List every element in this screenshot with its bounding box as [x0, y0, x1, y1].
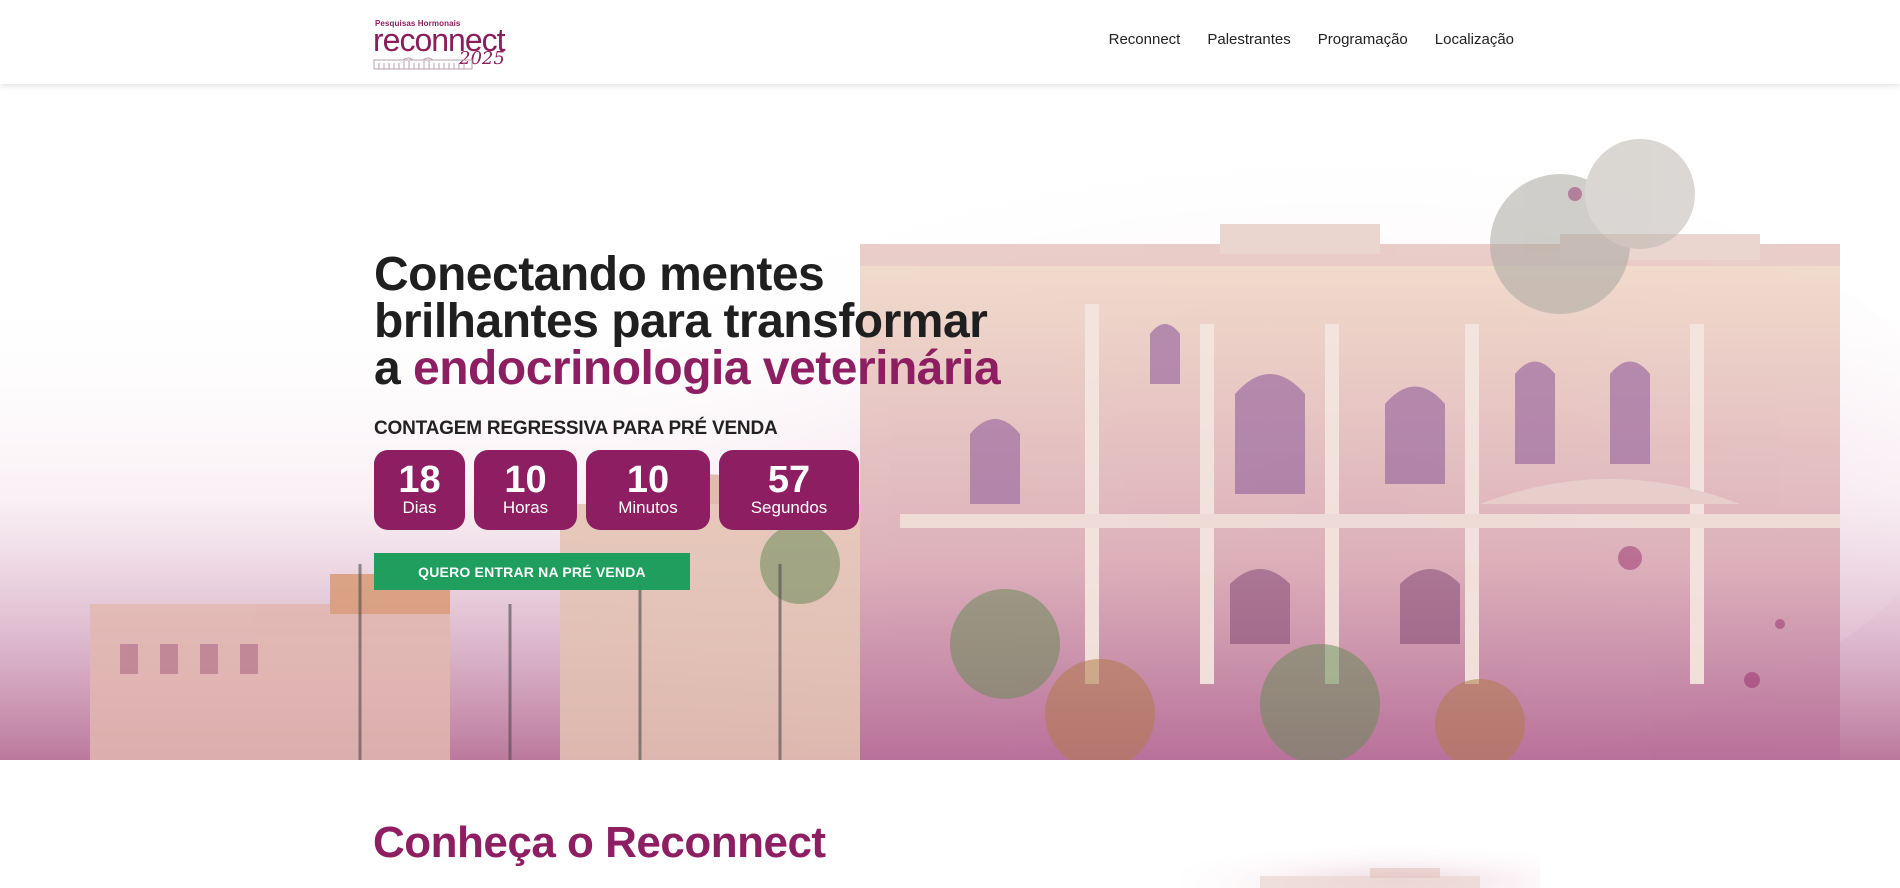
countdown-label: CONTAGEM REGRESSIVA PARA PRÉ VENDA [374, 418, 778, 439]
countdown-days-unit: Dias [402, 498, 437, 517]
countdown-hours-value: 10 [504, 459, 547, 501]
countdown-hours: 10 Horas [474, 450, 577, 530]
countdown-minutes: 10 Minutos [586, 450, 710, 530]
reconnect-logo[interactable]: Pesquisas Hormonais reconnect 2025 [373, 12, 515, 72]
countdown-seconds: 57 Segundos [719, 450, 859, 530]
about-section-title: Conheça o Reconnect [373, 818, 826, 867]
countdown-minutes-unit: Minutos [618, 498, 678, 517]
countdown-days: 18 Dias [374, 450, 465, 530]
headline-line-1: Conectando mentes [374, 248, 825, 301]
nav-reconnect[interactable]: Reconnect [1109, 31, 1181, 48]
hero-section: Conectando mentes brilhantes para transf… [0, 84, 1900, 760]
headline-accent: endocrinologia veterinária [413, 342, 1001, 395]
hero-background-image [0, 84, 1900, 760]
headline-prefix: a [374, 342, 414, 395]
main-nav: Reconnect Palestrantes Programação Local… [1109, 31, 1514, 48]
headline-line-2: brilhantes para transformar [374, 295, 988, 348]
nav-localizacao[interactable]: Localização [1435, 31, 1514, 48]
nav-palestrantes[interactable]: Palestrantes [1207, 31, 1290, 48]
hero-headline: Conectando mentes brilhantes para transf… [374, 248, 1074, 395]
countdown-seconds-unit: Segundos [750, 498, 828, 517]
countdown-timer: 18 Dias 10 Horas 10 Minutos 57 Segundos [374, 450, 859, 530]
countdown-minutes-value: 10 [626, 459, 670, 501]
countdown-hours-unit: Horas [502, 498, 549, 517]
site-header: Pesquisas Hormonais reconnect 2025 Recon… [0, 0, 1900, 84]
countdown-seconds-value: 57 [767, 459, 811, 501]
countdown-days-value: 18 [398, 459, 441, 501]
logo-skyline-icon [373, 57, 473, 70]
presale-cta-button[interactable]: QUERO ENTRAR NA PRÉ VENDA [374, 553, 690, 590]
about-section-image [1180, 830, 1540, 888]
nav-programacao[interactable]: Programação [1318, 31, 1408, 48]
